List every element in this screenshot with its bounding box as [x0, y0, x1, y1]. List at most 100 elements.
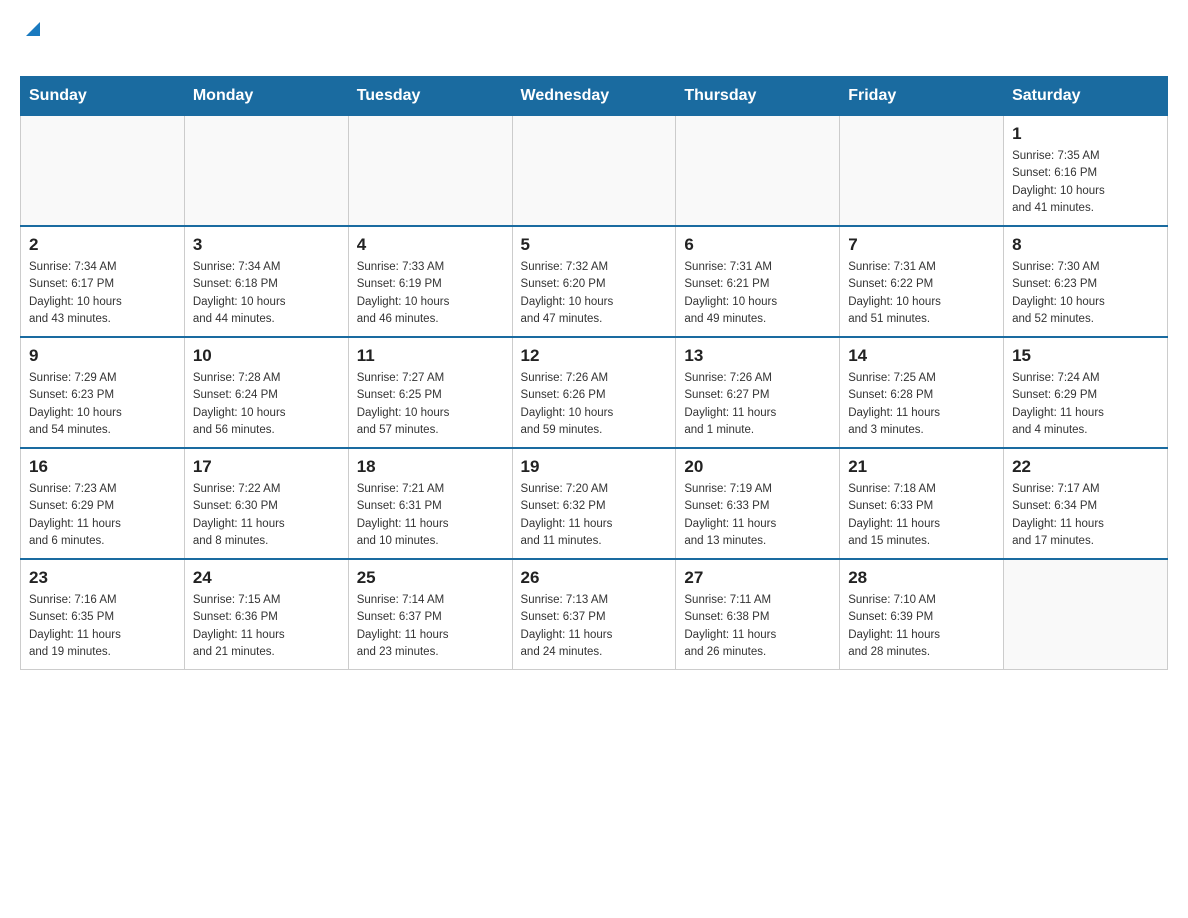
day-info: Sunrise: 7:26 AM Sunset: 6:26 PM Dayligh…: [521, 370, 668, 439]
day-info: Sunrise: 7:10 AM Sunset: 6:39 PM Dayligh…: [848, 592, 995, 661]
day-info: Sunrise: 7:24 AM Sunset: 6:29 PM Dayligh…: [1012, 370, 1159, 439]
calendar-day-cell: 28 Sunrise: 7:10 AM Sunset: 6:39 PM Dayli…: [840, 559, 1004, 670]
day-number: 21: [848, 457, 995, 477]
day-number: 27: [684, 568, 831, 588]
calendar-day-cell: 5 Sunrise: 7:32 AM Sunset: 6:20 PM Daylig…: [512, 226, 676, 337]
day-info: Sunrise: 7:23 AM Sunset: 6:29 PM Dayligh…: [29, 481, 176, 550]
day-number: 18: [357, 457, 504, 477]
calendar-day-cell: 16 Sunrise: 7:23 AM Sunset: 6:29 PM Dayli…: [21, 448, 185, 559]
day-number: 26: [521, 568, 668, 588]
calendar-week-row: 9 Sunrise: 7:29 AM Sunset: 6:23 PM Daylig…: [21, 337, 1168, 448]
day-info: Sunrise: 7:26 AM Sunset: 6:27 PM Dayligh…: [684, 370, 831, 439]
day-info: Sunrise: 7:17 AM Sunset: 6:34 PM Dayligh…: [1012, 481, 1159, 550]
day-number: 2: [29, 235, 176, 255]
day-number: 22: [1012, 457, 1159, 477]
day-number: 5: [521, 235, 668, 255]
calendar-week-row: 2 Sunrise: 7:34 AM Sunset: 6:17 PM Daylig…: [21, 226, 1168, 337]
day-info: Sunrise: 7:15 AM Sunset: 6:36 PM Dayligh…: [193, 592, 340, 661]
day-number: 24: [193, 568, 340, 588]
calendar-day-cell: 3Sunrise: 7:34 AM Sunset: 6:18 PM Daylig…: [184, 226, 348, 337]
calendar-day-cell: [676, 116, 840, 227]
day-info: Sunrise: 7:34 AM Sunset: 6:18 PM Dayligh…: [193, 259, 340, 328]
day-info: Sunrise: 7:30 AM Sunset: 6:23 PM Dayligh…: [1012, 259, 1159, 328]
day-number: 9: [29, 346, 176, 366]
calendar-day-cell: 6 Sunrise: 7:31 AM Sunset: 6:21 PM Daylig…: [676, 226, 840, 337]
calendar-day-cell: [348, 116, 512, 227]
day-number: 20: [684, 457, 831, 477]
day-number: 15: [1012, 346, 1159, 366]
day-info: Sunrise: 7:21 AM Sunset: 6:31 PM Dayligh…: [357, 481, 504, 550]
day-number: 11: [357, 346, 504, 366]
day-number: 28: [848, 568, 995, 588]
calendar-week-row: 1Sunrise: 7:35 AM Sunset: 6:16 PM Daylig…: [21, 116, 1168, 227]
calendar-day-cell: 9 Sunrise: 7:29 AM Sunset: 6:23 PM Daylig…: [21, 337, 185, 448]
day-info: Sunrise: 7:22 AM Sunset: 6:30 PM Dayligh…: [193, 481, 340, 550]
calendar-day-cell: 7 Sunrise: 7:31 AM Sunset: 6:22 PM Daylig…: [840, 226, 1004, 337]
calendar-day-cell: [512, 116, 676, 227]
day-info: Sunrise: 7:34 AM Sunset: 6:17 PM Dayligh…: [29, 259, 176, 328]
calendar-table: SundayMondayTuesdayWednesdayThursdayFrid…: [20, 76, 1168, 670]
day-info: Sunrise: 7:13 AM Sunset: 6:37 PM Dayligh…: [521, 592, 668, 661]
day-number: 8: [1012, 235, 1159, 255]
day-number: 1: [1012, 124, 1159, 144]
page-header: [20, 20, 1168, 66]
day-info: Sunrise: 7:27 AM Sunset: 6:25 PM Dayligh…: [357, 370, 504, 439]
day-number: 17: [193, 457, 340, 477]
calendar-day-cell: 8 Sunrise: 7:30 AM Sunset: 6:23 PM Daylig…: [1004, 226, 1168, 337]
calendar-day-cell: 10 Sunrise: 7:28 AM Sunset: 6:24 PM Dayli…: [184, 337, 348, 448]
calendar-header-friday: Friday: [840, 77, 1004, 116]
calendar-week-row: 16 Sunrise: 7:23 AM Sunset: 6:29 PM Dayli…: [21, 448, 1168, 559]
calendar-day-cell: 18 Sunrise: 7:21 AM Sunset: 6:31 PM Dayli…: [348, 448, 512, 559]
day-info: Sunrise: 7:16 AM Sunset: 6:35 PM Dayligh…: [29, 592, 176, 661]
calendar-day-cell: 1Sunrise: 7:35 AM Sunset: 6:16 PM Daylig…: [1004, 116, 1168, 227]
calendar-header-wednesday: Wednesday: [512, 77, 676, 116]
day-number: 13: [684, 346, 831, 366]
calendar-day-cell: 27 Sunrise: 7:11 AM Sunset: 6:38 PM Dayli…: [676, 559, 840, 670]
day-info: Sunrise: 7:31 AM Sunset: 6:22 PM Dayligh…: [848, 259, 995, 328]
calendar-day-cell: 2 Sunrise: 7:34 AM Sunset: 6:17 PM Daylig…: [21, 226, 185, 337]
day-info: Sunrise: 7:32 AM Sunset: 6:20 PM Dayligh…: [521, 259, 668, 328]
calendar-header-saturday: Saturday: [1004, 77, 1168, 116]
day-number: 12: [521, 346, 668, 366]
day-info: Sunrise: 7:20 AM Sunset: 6:32 PM Dayligh…: [521, 481, 668, 550]
calendar-day-cell: 14 Sunrise: 7:25 AM Sunset: 6:28 PM Dayli…: [840, 337, 1004, 448]
calendar-week-row: 23 Sunrise: 7:16 AM Sunset: 6:35 PM Dayli…: [21, 559, 1168, 670]
calendar-header-thursday: Thursday: [676, 77, 840, 116]
day-info: Sunrise: 7:31 AM Sunset: 6:21 PM Dayligh…: [684, 259, 831, 328]
day-info: Sunrise: 7:14 AM Sunset: 6:37 PM Dayligh…: [357, 592, 504, 661]
day-info: Sunrise: 7:33 AM Sunset: 6:19 PM Dayligh…: [357, 259, 504, 328]
day-number: 23: [29, 568, 176, 588]
calendar-day-cell: 23 Sunrise: 7:16 AM Sunset: 6:35 PM Dayli…: [21, 559, 185, 670]
day-info: Sunrise: 7:11 AM Sunset: 6:38 PM Dayligh…: [684, 592, 831, 661]
calendar-day-cell: 13 Sunrise: 7:26 AM Sunset: 6:27 PM Dayli…: [676, 337, 840, 448]
day-number: 25: [357, 568, 504, 588]
day-number: 19: [521, 457, 668, 477]
calendar-header-sunday: Sunday: [21, 77, 185, 116]
calendar-day-cell: 11 Sunrise: 7:27 AM Sunset: 6:25 PM Dayli…: [348, 337, 512, 448]
day-number: 7: [848, 235, 995, 255]
calendar-day-cell: 17 Sunrise: 7:22 AM Sunset: 6:30 PM Dayli…: [184, 448, 348, 559]
calendar-day-cell: 19 Sunrise: 7:20 AM Sunset: 6:32 PM Dayli…: [512, 448, 676, 559]
calendar-day-cell: [840, 116, 1004, 227]
day-number: 16: [29, 457, 176, 477]
day-info: Sunrise: 7:28 AM Sunset: 6:24 PM Dayligh…: [193, 370, 340, 439]
calendar-day-cell: 15 Sunrise: 7:24 AM Sunset: 6:29 PM Dayli…: [1004, 337, 1168, 448]
calendar-day-cell: 12 Sunrise: 7:26 AM Sunset: 6:26 PM Dayli…: [512, 337, 676, 448]
day-number: 14: [848, 346, 995, 366]
calendar-day-cell: 22 Sunrise: 7:17 AM Sunset: 6:34 PM Dayli…: [1004, 448, 1168, 559]
day-number: 4: [357, 235, 504, 255]
calendar-day-cell: 26 Sunrise: 7:13 AM Sunset: 6:37 PM Dayli…: [512, 559, 676, 670]
calendar-day-cell: [1004, 559, 1168, 670]
day-info: Sunrise: 7:29 AM Sunset: 6:23 PM Dayligh…: [29, 370, 176, 439]
calendar-header-tuesday: Tuesday: [348, 77, 512, 116]
day-number: 10: [193, 346, 340, 366]
calendar-day-cell: 24 Sunrise: 7:15 AM Sunset: 6:36 PM Dayli…: [184, 559, 348, 670]
day-info: Sunrise: 7:25 AM Sunset: 6:28 PM Dayligh…: [848, 370, 995, 439]
calendar-day-cell: 20 Sunrise: 7:19 AM Sunset: 6:33 PM Dayli…: [676, 448, 840, 559]
logo-triangle-icon: [22, 18, 44, 40]
calendar-header-monday: Monday: [184, 77, 348, 116]
calendar-day-cell: 21Sunrise: 7:18 AM Sunset: 6:33 PM Dayli…: [840, 448, 1004, 559]
calendar-day-cell: 4 Sunrise: 7:33 AM Sunset: 6:19 PM Daylig…: [348, 226, 512, 337]
day-info: Sunrise: 7:19 AM Sunset: 6:33 PM Dayligh…: [684, 481, 831, 550]
day-number: 6: [684, 235, 831, 255]
